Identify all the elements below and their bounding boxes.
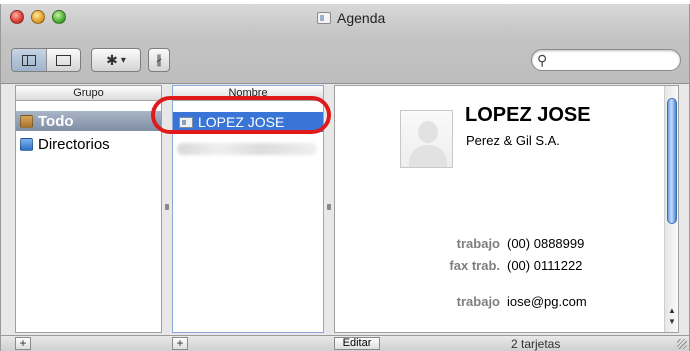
work-fax-label: fax trab. [449, 258, 500, 273]
bluetooth-content: ∦ [149, 49, 169, 71]
card-count: 2 tarjetas [511, 337, 561, 351]
window-title: Agenda [317, 9, 385, 27]
scroll-thumb[interactable] [667, 98, 677, 224]
resize-grip-icon[interactable] [677, 339, 687, 349]
group-item-label: Directorios [38, 135, 110, 153]
work-email-label: trabajo [456, 294, 500, 309]
contact-name: LOPEZ JOSE [465, 104, 591, 126]
contact-card: LOPEZ JOSE Perez & Gil S.A. trabajo (00)… [334, 85, 679, 333]
column-resize-handle[interactable] [165, 204, 169, 210]
bluetooth-button[interactable]: ∦ [148, 48, 170, 72]
gear-icon: ✱ [106, 51, 118, 68]
card-view-icon [56, 54, 71, 66]
search-field[interactable]: ⚲ [531, 49, 681, 71]
work-email-value: iose@pg.com [507, 294, 587, 309]
blurred-name-item[interactable] [177, 143, 317, 155]
search-icon: ⚲ [537, 52, 548, 68]
work-fax-value: (00) 0111222 [507, 258, 583, 273]
view-card-button[interactable] [46, 49, 80, 71]
group-list: Grupo Todo Directorios [15, 85, 162, 333]
contact-photo[interactable] [400, 110, 453, 168]
all-contacts-icon [20, 114, 33, 128]
bottom-bar: + + Editar 2 tarjetas [1, 335, 689, 351]
address-book-icon [317, 12, 331, 24]
edit-button[interactable]: Editar [334, 337, 380, 350]
action-menu-button[interactable]: ✱ ▾ [91, 48, 141, 72]
view-toggle-group [11, 48, 81, 72]
card-scrollbar[interactable]: ▲ ▼ [664, 86, 678, 332]
add-group-button[interactable]: + [15, 337, 31, 350]
bluetooth-icon: ∦ [156, 53, 162, 67]
close-window-button[interactable] [10, 10, 24, 24]
group-item-all[interactable]: Todo [16, 111, 161, 131]
view-columns-button[interactable] [12, 49, 46, 71]
red-highlight-circle [151, 96, 331, 134]
scroll-up-arrow-icon[interactable]: ▲ [668, 306, 676, 315]
title-toolbar-area: Agenda ✱ ▾ ∦ ⚲ [1, 4, 689, 84]
address-book-window: Agenda ✱ ▾ ∦ ⚲ Grupo Todo Directorios No… [0, 4, 690, 351]
action-menu-content: ✱ ▾ [92, 49, 140, 71]
minimize-window-button[interactable] [31, 10, 45, 24]
directory-icon [20, 137, 33, 151]
group-column-header: Grupo [16, 86, 161, 101]
columns-view-icon [22, 54, 36, 66]
work-phone-value: (00) 0888999 [507, 236, 585, 251]
chevron-down-icon: ▾ [120, 54, 126, 66]
contact-company: Perez & Gil S.A. [466, 133, 560, 148]
avatar-body [409, 145, 447, 167]
add-contact-button[interactable]: + [172, 337, 188, 350]
zoom-window-button[interactable] [52, 10, 66, 24]
column-resize-handle[interactable] [327, 204, 331, 210]
work-phone-label: trabajo [456, 236, 500, 251]
avatar-head [418, 121, 438, 143]
group-item-label: Todo [38, 112, 74, 130]
window-title-text: Agenda [337, 10, 386, 26]
scroll-down-arrow-icon[interactable]: ▼ [668, 317, 676, 326]
group-item-directories[interactable]: Directorios [16, 134, 161, 154]
